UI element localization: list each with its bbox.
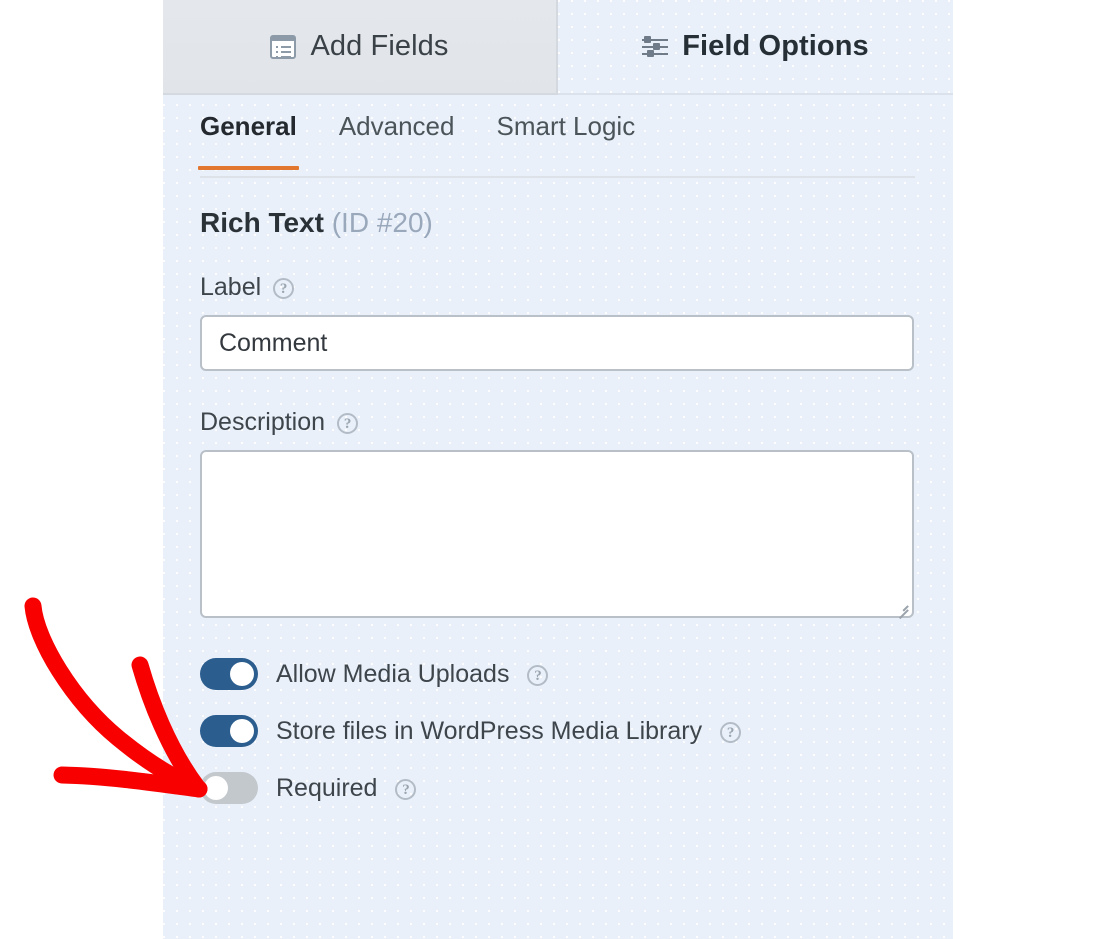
question-mark-circle-icon[interactable]: ? xyxy=(720,722,741,743)
allow-media-uploads-toggle[interactable] xyxy=(200,658,258,690)
setting-store-files-in-wordpress-media-library[interactable]: Store files in WordPress Media Library ? xyxy=(200,715,916,747)
toggle-settings-list: Allow Media Uploads ? Store files in Wor… xyxy=(200,658,916,804)
allow-media-uploads-label: Allow Media Uploads xyxy=(276,659,509,689)
question-mark-circle-icon[interactable]: ? xyxy=(273,278,294,299)
general-settings-content: Rich Text (ID #20) Label ? Description ? xyxy=(200,206,916,829)
question-mark-circle-icon[interactable]: ? xyxy=(395,779,416,800)
description-setting-block: Description ? xyxy=(200,407,916,618)
field-options-panel: Add Fields Field Options General Advance… xyxy=(163,0,953,939)
field-type-name: Rich Text xyxy=(200,207,324,238)
subtab-advanced-label: Advanced xyxy=(339,111,455,141)
description-textarea-wrap xyxy=(200,450,914,618)
description-row: Description ? xyxy=(200,407,916,437)
subtab-smart-logic-label: Smart Logic xyxy=(496,111,635,141)
label-row: Label ? xyxy=(200,272,916,302)
question-mark-circle-icon[interactable]: ? xyxy=(527,665,548,686)
question-mark-circle-icon[interactable]: ? xyxy=(337,413,358,434)
toggle-knob xyxy=(204,776,228,800)
tab-field-options[interactable]: Field Options xyxy=(558,0,953,95)
toggle-knob xyxy=(230,719,254,743)
subtab-general[interactable]: General xyxy=(200,110,297,170)
store-files-media-library-label: Store files in WordPress Media Library xyxy=(276,716,702,746)
form-list-icon xyxy=(270,35,296,59)
setting-required[interactable]: Required ? xyxy=(200,772,916,804)
subtabs-divider xyxy=(200,176,915,178)
tab-add-fields-label: Add Fields xyxy=(310,30,448,63)
tab-add-fields[interactable]: Add Fields xyxy=(163,0,558,95)
description-textarea[interactable] xyxy=(200,450,914,618)
subtab-smart-logic[interactable]: Smart Logic xyxy=(496,110,635,170)
field-title: Rich Text (ID #20) xyxy=(200,206,916,240)
required-toggle[interactable] xyxy=(200,772,258,804)
panel-tabbar: Add Fields Field Options xyxy=(163,0,953,95)
label-setting-block: Label ? xyxy=(200,272,916,371)
required-label: Required xyxy=(276,773,377,803)
setting-allow-media-uploads[interactable]: Allow Media Uploads ? xyxy=(200,658,916,690)
toggle-knob xyxy=(230,662,254,686)
subtab-general-label: General xyxy=(200,111,297,141)
field-id: (ID #20) xyxy=(332,207,433,238)
description-caption: Description xyxy=(200,407,325,437)
tab-field-options-label: Field Options xyxy=(682,30,869,63)
label-input[interactable] xyxy=(200,315,914,371)
sliders-icon xyxy=(642,35,668,59)
label-caption: Label xyxy=(200,272,261,302)
store-files-media-library-toggle[interactable] xyxy=(200,715,258,747)
settings-subtabs: General Advanced Smart Logic xyxy=(163,110,953,180)
subtab-advanced[interactable]: Advanced xyxy=(339,110,455,170)
